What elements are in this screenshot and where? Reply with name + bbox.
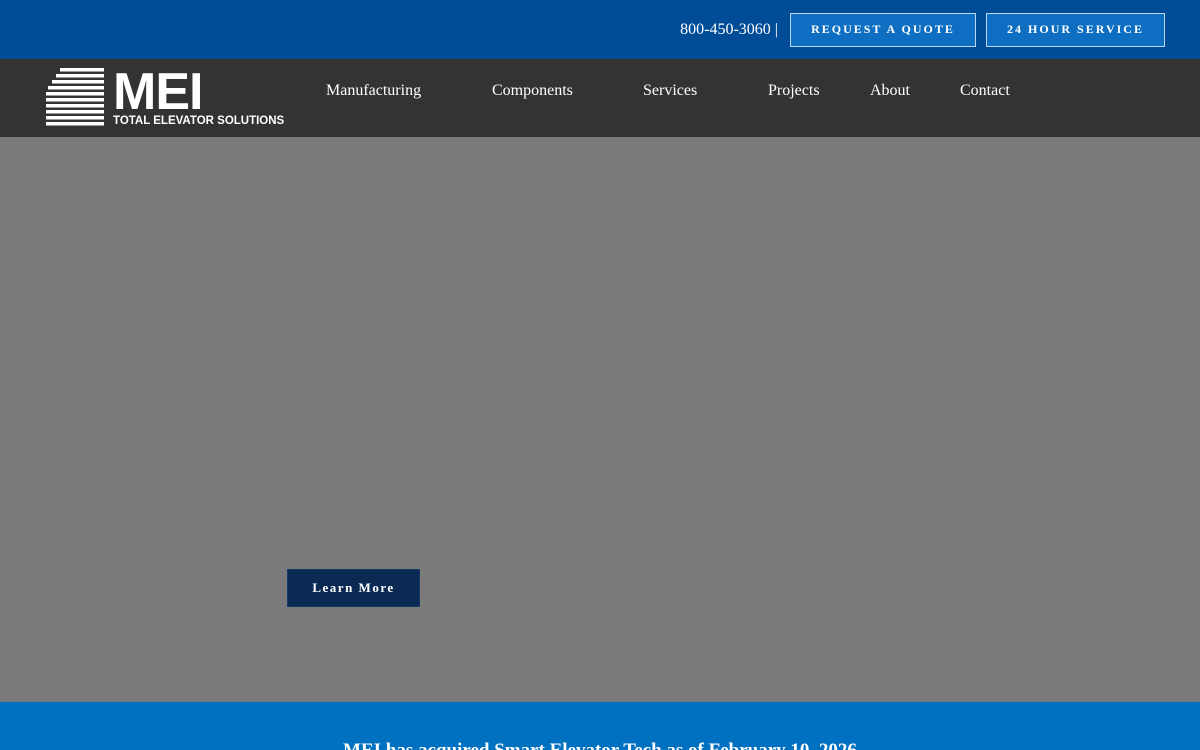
request-quote-button[interactable]: REQUEST A QUOTE xyxy=(790,12,976,47)
nav-item-services[interactable]: Services xyxy=(643,81,697,101)
logo-stripes-icon xyxy=(46,68,104,126)
24-hour-service-button[interactable]: 24 HOUR SERVICE xyxy=(986,12,1165,47)
phone-number-text: 800-450-3060 xyxy=(680,20,771,38)
top-bar: 800-450-3060 | REQUEST A QUOTE 24 HOUR SE… xyxy=(0,0,1200,59)
nav-item-contact[interactable]: Contact xyxy=(960,81,1010,101)
logo-link[interactable]: MEI TOTAL ELEVATOR SOLUTIONS xyxy=(46,63,284,128)
nav-item-projects[interactable]: Projects xyxy=(768,81,820,101)
logo-name: MEI xyxy=(113,63,203,121)
main-navigation: MEI TOTAL ELEVATOR SOLUTIONS Manufacturi… xyxy=(0,59,1200,137)
learn-more-button[interactable]: Learn More xyxy=(287,569,420,607)
phone-separator: | xyxy=(774,20,778,38)
nav-item-manufacturing[interactable]: Manufacturing xyxy=(326,81,421,101)
nav-item-about[interactable]: About xyxy=(870,81,910,101)
logo-tagline: TOTAL ELEVATOR SOLUTIONS xyxy=(113,115,285,127)
phone-number[interactable]: 800-450-3060 | xyxy=(680,21,778,39)
hero-banner: Learn More xyxy=(0,137,1200,702)
announcement-text[interactable]: MEI has acquired Smart Elevator Tech as … xyxy=(0,740,1200,750)
announcement-bar: MEI has acquired Smart Elevator Tech as … xyxy=(0,702,1200,750)
nav-item-components[interactable]: Components xyxy=(492,81,573,101)
